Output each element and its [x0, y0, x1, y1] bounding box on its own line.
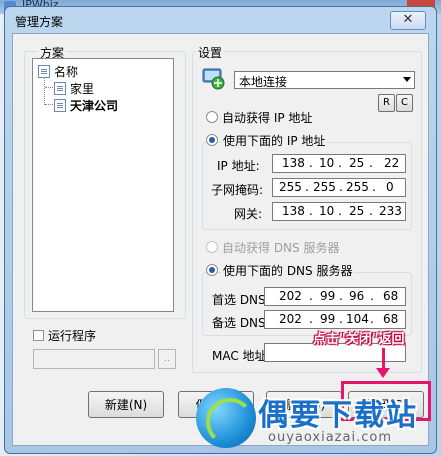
run-program-label: 运行程序: [48, 329, 97, 343]
octet: 138: [282, 204, 305, 218]
watermark-logo-icon: [196, 388, 256, 448]
manual-dns-label: 使用下面的 DNS 服务器: [221, 262, 355, 279]
browse-button[interactable]: ..: [158, 349, 176, 369]
mac-address-label: MAC 地址:: [212, 349, 271, 363]
octet: 233: [379, 204, 402, 218]
alternate-dns-field[interactable]: 202. 99. 104. 68: [264, 310, 406, 329]
scheme-icon: [54, 99, 66, 112]
tree-connector: [44, 77, 45, 105]
preferred-dns-label: 首选 DNS:: [212, 293, 270, 307]
new-button[interactable]: 新建(N): [88, 391, 164, 418]
auto-ip-radio[interactable]: [206, 111, 218, 123]
octet: 99: [320, 312, 336, 326]
watermark-brand: 偶要下载站: [258, 398, 418, 433]
octet: 68: [383, 312, 399, 326]
manual-dns-radio[interactable]: [206, 264, 218, 276]
octet: 138: [282, 156, 305, 170]
tree-item-home[interactable]: 家里: [54, 80, 94, 97]
auto-ip-label: 自动获得 IP 地址: [222, 111, 313, 125]
octet: 255: [313, 180, 336, 194]
octet: 255: [279, 180, 302, 194]
octet: 25: [349, 156, 365, 170]
c-button[interactable]: C: [396, 94, 413, 112]
preferred-dns-field[interactable]: 202. 99. 96. 68: [264, 287, 406, 306]
r-button[interactable]: R: [378, 94, 395, 112]
octet: 22: [384, 156, 400, 170]
tree-connector: [45, 104, 53, 105]
octet: 202: [279, 312, 302, 326]
octet: 96: [349, 289, 365, 303]
dialog-title: 管理方案: [15, 15, 64, 29]
alternate-dns-label: 备选 DNS:: [212, 316, 270, 330]
octet: 25: [349, 204, 365, 218]
octet: 99: [320, 289, 336, 303]
octet: 68: [383, 289, 399, 303]
subnet-mask-label: 子网掩码:: [211, 183, 264, 197]
tree-root-label: 名称: [54, 65, 79, 79]
octet: 0: [386, 180, 394, 194]
settings-group-legend: 设置: [196, 44, 225, 61]
watermark-url: ouyaoxiazai.com: [268, 430, 392, 445]
dialog-close-button[interactable]: ✕: [390, 11, 426, 30]
program-path-input[interactable]: [33, 349, 155, 369]
subnet-mask-field[interactable]: 255. 255. 255. 0: [272, 178, 406, 197]
adapter-select[interactable]: 本地连接: [234, 71, 415, 89]
octet: 10: [319, 156, 335, 170]
ip-address-label: IP 地址:: [217, 159, 260, 173]
scheme-icon: [54, 82, 66, 95]
gateway-label: 网关:: [234, 207, 263, 221]
tree-item-label: 家里: [70, 82, 95, 96]
tree-connector: [45, 87, 53, 88]
tree-item-label: 天津公司: [70, 99, 119, 113]
octet: 104: [346, 312, 369, 326]
chevron-down-icon: [403, 77, 411, 82]
adapter-select-value: 本地连接: [239, 75, 288, 89]
octet: 255: [346, 180, 369, 194]
octet: 10: [319, 204, 335, 218]
site-watermark: 偶要下载站 ouyaoxiazai.com: [196, 388, 436, 454]
network-adapter-icon: [201, 65, 227, 91]
run-program-checkbox[interactable]: [33, 330, 44, 341]
gateway-field[interactable]: 138. 10. 25. 233: [272, 202, 406, 221]
annotation-arrow: [382, 348, 385, 370]
tutorial-annotation: 点击"关闭"返回: [313, 332, 405, 347]
scheme-tree[interactable]: 名称 家里 天津公司: [32, 58, 174, 312]
manual-ip-label: 使用下面的 IP 地址: [221, 132, 328, 149]
tree-item-tianjin-company[interactable]: 天津公司: [54, 97, 118, 114]
auto-dns-radio[interactable]: [206, 241, 218, 253]
ip-address-field[interactable]: 138. 10. 25. 22: [272, 154, 406, 173]
manual-ip-radio[interactable]: [206, 134, 218, 146]
arrow-down-icon: [376, 368, 390, 378]
auto-dns-label: 自动获得 DNS 服务器: [222, 241, 340, 255]
octet: 202: [279, 289, 302, 303]
